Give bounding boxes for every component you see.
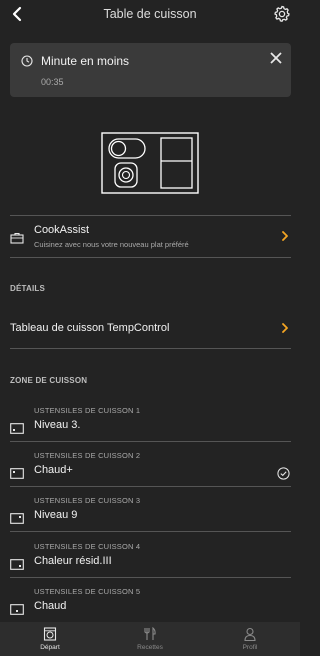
cookassist-subtitle: Cuisinez avec nous votre nouveau plat pr… xyxy=(34,240,189,249)
oven-icon xyxy=(43,627,57,641)
tab-label: Profil xyxy=(242,644,258,651)
divider xyxy=(10,441,291,442)
zone-value: Niveau 3. xyxy=(34,419,81,431)
zone-value: Chaud+ xyxy=(34,464,73,476)
zone-position-icon xyxy=(10,559,24,570)
tab-label: Départ xyxy=(40,644,60,651)
zone-label: USTENSILES DE CUISSON 4 xyxy=(34,542,141,551)
zone-label: USTENSILES DE CUISSON 1 xyxy=(34,406,141,415)
timer-card[interactable]: Minute en moins 00:35 xyxy=(10,43,291,97)
divider xyxy=(10,257,291,258)
zone-position-icon xyxy=(10,423,24,434)
zone-value: Chaleur résid.III xyxy=(34,555,112,567)
tab-label: Recettes xyxy=(137,644,163,651)
tempcontrol-label: Tableau de cuisson TempControl xyxy=(10,322,170,334)
app-header: Table de cuisson xyxy=(0,0,300,30)
check-circle-icon xyxy=(277,467,290,480)
divider xyxy=(10,215,291,216)
user-icon xyxy=(244,627,256,641)
zone-value: Chaud xyxy=(34,600,67,612)
cookassist-row[interactable]: CookAssist Cuisinez avec nous votre nouv… xyxy=(0,222,300,256)
zone-label: USTENSILES DE CUISSON 3 xyxy=(34,496,141,505)
settings-button[interactable] xyxy=(272,4,292,24)
utensils-icon xyxy=(144,627,156,640)
tab-recettes[interactable]: Recettes xyxy=(100,622,200,656)
close-icon[interactable] xyxy=(269,51,283,65)
tempcontrol-row[interactable]: Tableau de cuisson TempControl xyxy=(0,316,300,340)
chevron-right-icon xyxy=(282,231,288,241)
zone-value: Niveau 9 xyxy=(34,509,78,521)
page-title: Table de cuisson xyxy=(103,7,197,21)
timer-value: 00:35 xyxy=(41,77,64,87)
zone-position-icon xyxy=(10,604,24,615)
divider xyxy=(10,577,291,578)
hob-layout-illustration xyxy=(101,132,199,194)
tab-profil[interactable]: Profil xyxy=(200,622,300,656)
divider xyxy=(10,348,291,349)
bottom-tab-bar: Départ Recettes Profil xyxy=(0,622,300,656)
chevron-right-icon xyxy=(282,323,288,333)
clock-icon xyxy=(21,55,33,67)
gear-icon xyxy=(274,5,290,22)
cookassist-title: CookAssist xyxy=(34,224,90,236)
zone-label: USTENSILES DE CUISSON 2 xyxy=(34,451,141,460)
tab-depart[interactable]: Départ xyxy=(0,622,100,656)
zone-position-icon xyxy=(10,468,24,479)
divider xyxy=(10,531,291,532)
briefcase-icon xyxy=(10,232,24,244)
zone-label: USTENSILES DE CUISSON 5 xyxy=(34,587,141,596)
timer-title: Minute en moins xyxy=(41,54,130,68)
divider xyxy=(10,486,291,487)
zone-heading: ZONE DE CUISSON xyxy=(10,376,88,385)
details-heading: DÉTAILS xyxy=(10,284,46,293)
zone-position-icon xyxy=(10,513,24,524)
